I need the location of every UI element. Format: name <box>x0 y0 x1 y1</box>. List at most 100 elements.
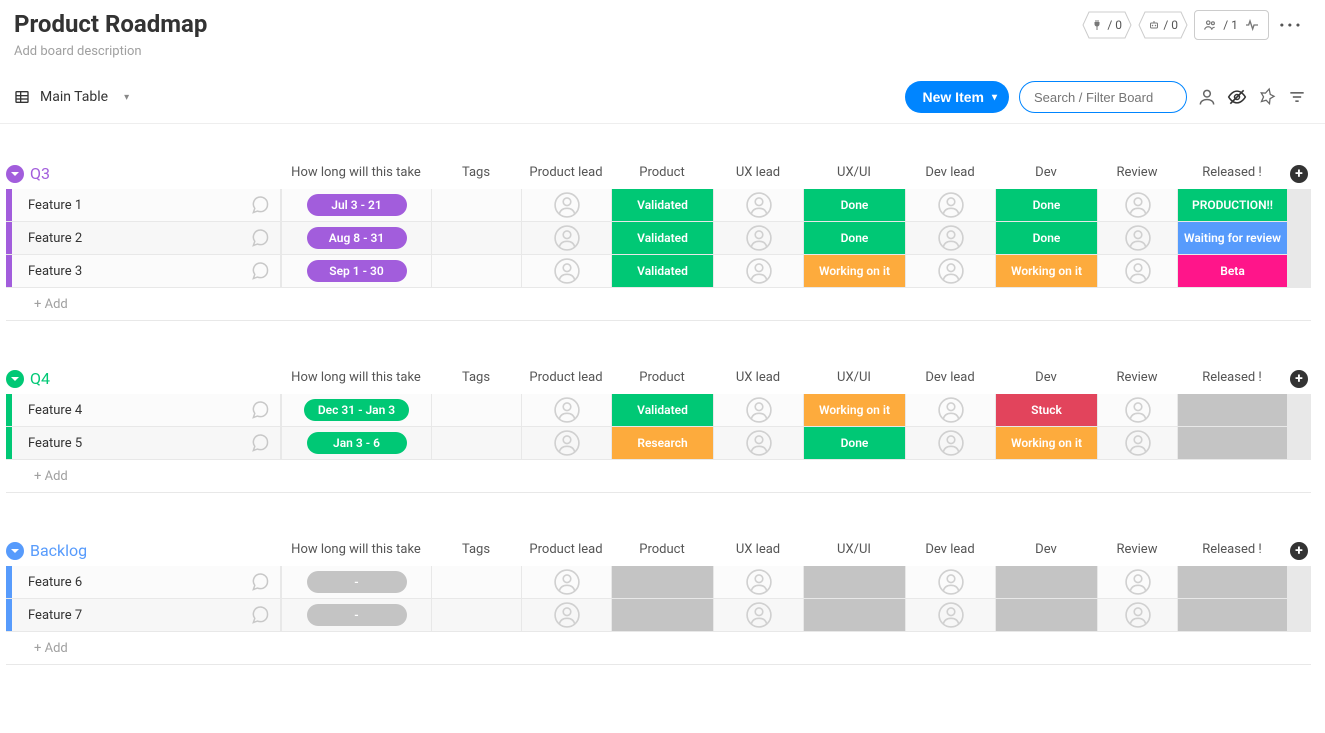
person-placeholder-icon[interactable] <box>554 225 580 251</box>
chat-icon[interactable] <box>250 400 270 420</box>
person-placeholder-icon[interactable] <box>746 258 772 284</box>
person-placeholder-icon[interactable] <box>554 258 580 284</box>
product-status-cell[interactable]: Validated <box>611 255 713 287</box>
dev-status-cell[interactable]: Stuck <box>995 394 1097 426</box>
review-cell[interactable] <box>1097 222 1177 254</box>
review-cell[interactable] <box>1097 394 1177 426</box>
timeline-cell[interactable]: Jan 3 - 6 <box>281 427 431 459</box>
group-collapse-button[interactable] <box>6 542 24 560</box>
chat-icon[interactable] <box>250 228 270 248</box>
search-input[interactable] <box>1019 81 1187 113</box>
col-header-released[interactable]: Released ! <box>1177 370 1287 388</box>
col-header-timeline[interactable]: How long will this take <box>281 370 431 388</box>
person-placeholder-icon[interactable] <box>746 192 772 218</box>
dev-lead-cell[interactable] <box>905 255 995 287</box>
person-placeholder-icon[interactable] <box>1125 192 1151 218</box>
table-row[interactable]: Feature 7 - <box>6 599 1311 632</box>
group-name[interactable]: Q4 <box>30 369 50 388</box>
col-header-dev[interactable]: Dev <box>995 542 1097 560</box>
tags-cell[interactable] <box>431 189 521 221</box>
add-item-button[interactable]: + Add <box>12 469 68 484</box>
person-placeholder-icon[interactable] <box>938 569 964 595</box>
ux-lead-cell[interactable] <box>713 222 803 254</box>
item-name-cell[interactable]: Feature 3 <box>12 255 281 287</box>
table-row[interactable]: Feature 6 - <box>6 566 1311 599</box>
released-cell[interactable]: Waiting for review <box>1177 222 1287 254</box>
dev-lead-cell[interactable] <box>905 189 995 221</box>
col-header-product[interactable]: Product <box>611 542 713 560</box>
person-placeholder-icon[interactable] <box>938 602 964 628</box>
person-placeholder-icon[interactable] <box>554 569 580 595</box>
uxui-status-cell[interactable]: Done <box>803 189 905 221</box>
col-header-dev-lead[interactable]: Dev lead <box>905 165 995 183</box>
dev-lead-cell[interactable] <box>905 599 995 631</box>
product-lead-cell[interactable] <box>521 427 611 459</box>
timeline-cell[interactable]: Dec 31 - Jan 3 <box>281 394 431 426</box>
person-placeholder-icon[interactable] <box>1125 602 1151 628</box>
person-placeholder-icon[interactable] <box>554 602 580 628</box>
col-header-review[interactable]: Review <box>1097 165 1177 183</box>
product-status-cell[interactable] <box>611 599 713 631</box>
person-placeholder-icon[interactable] <box>938 192 964 218</box>
col-header-ux-lead[interactable]: UX lead <box>713 370 803 388</box>
col-header-ux-lead[interactable]: UX lead <box>713 165 803 183</box>
add-item-button[interactable]: + Add <box>12 641 68 656</box>
table-row[interactable]: Feature 4 Dec 31 - Jan 3 Validated Worki… <box>6 394 1311 427</box>
col-header-dev[interactable]: Dev <box>995 370 1097 388</box>
group-name[interactable]: Backlog <box>30 541 87 560</box>
item-name-cell[interactable]: Feature 7 <box>12 599 281 631</box>
col-header-tags[interactable]: Tags <box>431 542 521 560</box>
integration-badge-2[interactable]: / 0 <box>1138 11 1188 39</box>
chat-icon[interactable] <box>250 195 270 215</box>
dev-status-cell[interactable] <box>995 599 1097 631</box>
table-row[interactable]: Feature 2 Aug 8 - 31 Validated Done Done… <box>6 222 1311 255</box>
table-row[interactable]: Feature 5 Jan 3 - 6 Research Done Workin… <box>6 427 1311 460</box>
released-cell[interactable] <box>1177 394 1287 426</box>
chat-icon[interactable] <box>250 261 270 281</box>
group-collapse-button[interactable] <box>6 370 24 388</box>
person-placeholder-icon[interactable] <box>746 602 772 628</box>
product-status-cell[interactable] <box>611 566 713 598</box>
person-placeholder-icon[interactable] <box>938 258 964 284</box>
table-row[interactable]: Feature 1 Jul 3 - 21 Validated Done Done… <box>6 189 1311 222</box>
person-placeholder-icon[interactable] <box>746 225 772 251</box>
ux-lead-cell[interactable] <box>713 599 803 631</box>
item-name-cell[interactable]: Feature 2 <box>12 222 281 254</box>
person-placeholder-icon[interactable] <box>1125 258 1151 284</box>
chat-icon[interactable] <box>250 433 270 453</box>
person-placeholder-icon[interactable] <box>554 430 580 456</box>
ux-lead-cell[interactable] <box>713 255 803 287</box>
released-cell[interactable]: Beta <box>1177 255 1287 287</box>
col-header-review[interactable]: Review <box>1097 370 1177 388</box>
ux-lead-cell[interactable] <box>713 566 803 598</box>
col-header-timeline[interactable]: How long will this take <box>281 165 431 183</box>
col-header-uxui[interactable]: UX/UI <box>803 165 905 183</box>
person-placeholder-icon[interactable] <box>938 225 964 251</box>
col-header-timeline[interactable]: How long will this take <box>281 542 431 560</box>
add-column-button[interactable]: + <box>1290 165 1308 183</box>
timeline-cell[interactable]: Sep 1 - 30 <box>281 255 431 287</box>
dev-lead-cell[interactable] <box>905 566 995 598</box>
ux-lead-cell[interactable] <box>713 427 803 459</box>
col-header-released[interactable]: Released ! <box>1177 165 1287 183</box>
review-cell[interactable] <box>1097 255 1177 287</box>
product-status-cell[interactable]: Validated <box>611 189 713 221</box>
person-placeholder-icon[interactable] <box>1125 430 1151 456</box>
col-header-dev[interactable]: Dev <box>995 165 1097 183</box>
released-cell[interactable] <box>1177 599 1287 631</box>
view-switcher[interactable]: Main Table ▾ <box>14 89 129 105</box>
ux-lead-cell[interactable] <box>713 189 803 221</box>
new-item-button[interactable]: New Item ▾ <box>905 81 1010 113</box>
eye-off-icon[interactable] <box>1227 87 1247 107</box>
col-header-uxui[interactable]: UX/UI <box>803 542 905 560</box>
review-cell[interactable] <box>1097 427 1177 459</box>
timeline-cell[interactable]: Jul 3 - 21 <box>281 189 431 221</box>
more-menu-icon[interactable]: ··· <box>1275 13 1307 37</box>
tags-cell[interactable] <box>431 394 521 426</box>
add-item-button[interactable]: + Add <box>12 297 68 312</box>
col-header-tags[interactable]: Tags <box>431 370 521 388</box>
members-box[interactable]: / 1 <box>1194 10 1269 40</box>
timeline-cell[interactable]: Aug 8 - 31 <box>281 222 431 254</box>
person-placeholder-icon[interactable] <box>1125 397 1151 423</box>
filter-icon[interactable] <box>1287 87 1307 107</box>
